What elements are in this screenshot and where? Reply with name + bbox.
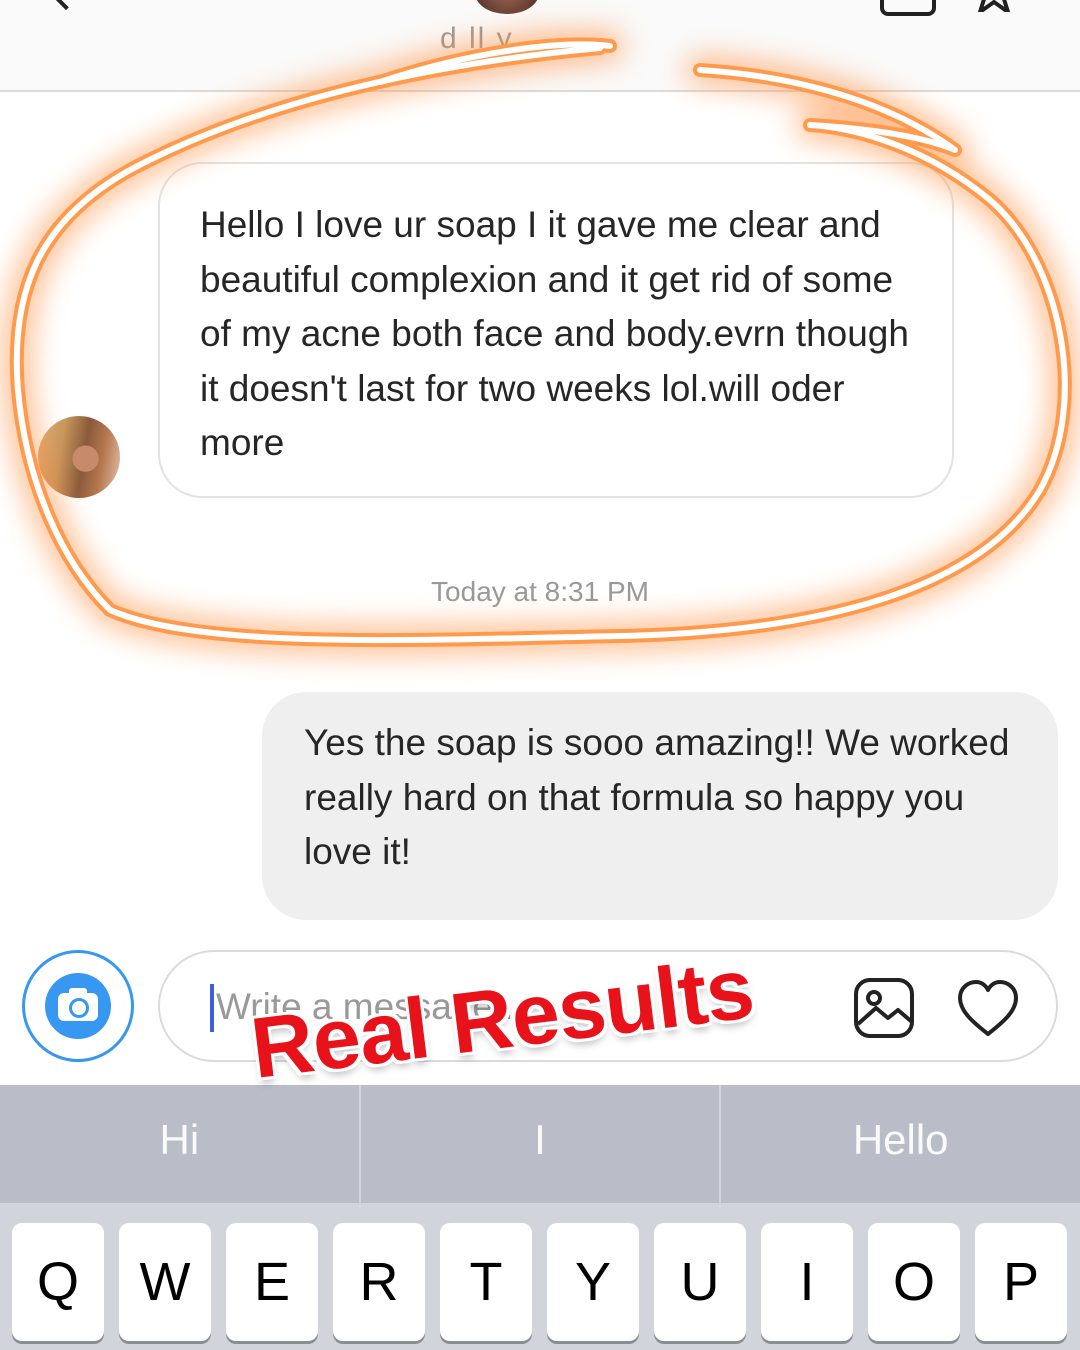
back-chevron-icon[interactable] bbox=[51, 0, 81, 11]
video-icon[interactable] bbox=[880, 0, 936, 16]
camera-button[interactable] bbox=[22, 950, 134, 1062]
suggestion-item[interactable]: I bbox=[361, 1085, 722, 1203]
key-o[interactable]: O bbox=[868, 1223, 960, 1341]
gallery-icon[interactable] bbox=[852, 976, 916, 1040]
camera-icon bbox=[45, 973, 111, 1039]
text-caret bbox=[210, 984, 214, 1032]
sender-avatar[interactable] bbox=[38, 416, 120, 498]
key-i[interactable]: I bbox=[761, 1223, 853, 1341]
key-y[interactable]: Y bbox=[547, 1223, 639, 1341]
key-p[interactable]: P bbox=[975, 1223, 1067, 1341]
incoming-message-bubble[interactable]: Hello I love ur soap I it gave me clear … bbox=[158, 162, 954, 498]
key-e[interactable]: E bbox=[226, 1223, 318, 1341]
outgoing-message-bubble[interactable]: Yes the soap is sooo amazing!! We worked… bbox=[262, 692, 1058, 920]
key-w[interactable]: W bbox=[119, 1223, 211, 1341]
key-r[interactable]: R bbox=[333, 1223, 425, 1341]
keyboard-suggestion-bar: Hi I Hello bbox=[0, 1085, 1080, 1203]
heart-icon[interactable] bbox=[956, 978, 1020, 1038]
header-avatar[interactable] bbox=[475, 0, 539, 14]
suggestion-item[interactable]: Hello bbox=[721, 1085, 1080, 1203]
header-username[interactable]: d ll y bbox=[440, 22, 514, 56]
key-u[interactable]: U bbox=[654, 1223, 746, 1341]
star-icon[interactable] bbox=[972, 0, 1016, 12]
key-t[interactable]: T bbox=[440, 1223, 532, 1341]
keyboard: Q W E R T Y U I O P bbox=[0, 1203, 1080, 1350]
conversation-header: d ll y bbox=[0, 0, 1080, 92]
message-timestamp: Today at 8:31 PM bbox=[431, 576, 649, 607]
key-q[interactable]: Q bbox=[12, 1223, 104, 1341]
suggestion-item[interactable]: Hi bbox=[0, 1085, 361, 1203]
